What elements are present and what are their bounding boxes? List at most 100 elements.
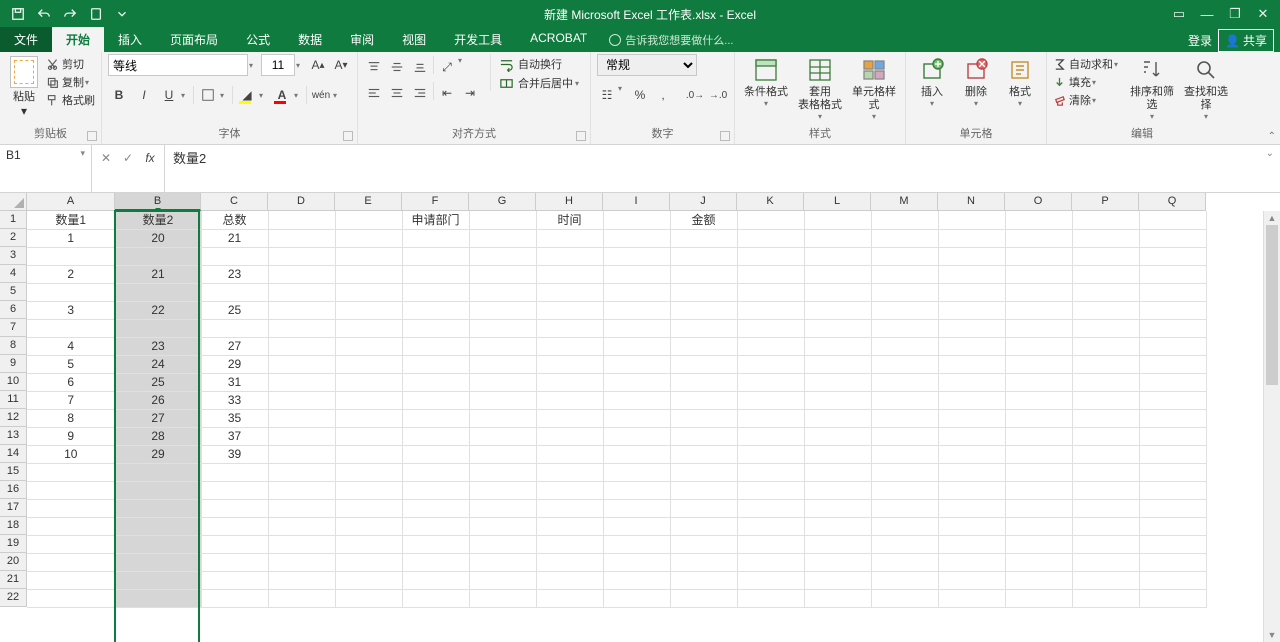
cell-G5[interactable] xyxy=(469,283,536,301)
cell-M7[interactable] xyxy=(871,319,938,337)
cell-E11[interactable] xyxy=(335,391,402,409)
cell-K13[interactable] xyxy=(737,427,804,445)
cell-K10[interactable] xyxy=(737,373,804,391)
cell-B5[interactable] xyxy=(115,283,201,301)
tab-公式[interactable]: 公式 xyxy=(232,27,284,52)
cell-A7[interactable] xyxy=(27,319,115,337)
cell-E8[interactable] xyxy=(335,337,402,355)
cell-J10[interactable] xyxy=(670,373,737,391)
maximize-icon[interactable]: ❐ xyxy=(1222,3,1248,25)
cell-J18[interactable] xyxy=(670,517,737,535)
cell-N5[interactable] xyxy=(938,283,1005,301)
cell-E17[interactable] xyxy=(335,499,402,517)
cell-Q5[interactable] xyxy=(1139,283,1206,301)
cell-H3[interactable] xyxy=(536,247,603,265)
cell-P22[interactable] xyxy=(1072,589,1139,607)
cell-N9[interactable] xyxy=(938,355,1005,373)
cell-A13[interactable]: 9 xyxy=(27,427,115,445)
cell-P11[interactable] xyxy=(1072,391,1139,409)
row-header-13[interactable]: 13 xyxy=(0,427,27,445)
row-header-21[interactable]: 21 xyxy=(0,571,27,589)
cell-P20[interactable] xyxy=(1072,553,1139,571)
cell-M10[interactable] xyxy=(871,373,938,391)
cell-L6[interactable] xyxy=(804,301,871,319)
cell-H2[interactable] xyxy=(536,229,603,247)
cell-P18[interactable] xyxy=(1072,517,1139,535)
cell-H6[interactable] xyxy=(536,301,603,319)
cell-G4[interactable] xyxy=(469,265,536,283)
cell-Q4[interactable] xyxy=(1139,265,1206,283)
cell-L7[interactable] xyxy=(804,319,871,337)
cell-O2[interactable] xyxy=(1005,229,1072,247)
cell-O3[interactable] xyxy=(1005,247,1072,265)
tab-ACROBAT[interactable]: ACROBAT xyxy=(516,27,601,52)
cell-L16[interactable] xyxy=(804,481,871,499)
cell-B15[interactable] xyxy=(115,463,201,481)
cell-N11[interactable] xyxy=(938,391,1005,409)
cell-F11[interactable] xyxy=(402,391,469,409)
cell-G7[interactable] xyxy=(469,319,536,337)
cell-B9[interactable]: 24 xyxy=(115,355,201,373)
cell-B13[interactable]: 28 xyxy=(115,427,201,445)
cell-N3[interactable] xyxy=(938,247,1005,265)
cell-A18[interactable] xyxy=(27,517,115,535)
cell-I7[interactable] xyxy=(603,319,670,337)
cancel-formula-button[interactable]: ✕ xyxy=(96,148,116,168)
row-header-9[interactable]: 9 xyxy=(0,355,27,373)
cell-P15[interactable] xyxy=(1072,463,1139,481)
save-icon[interactable] xyxy=(6,3,30,25)
cell-B6[interactable]: 22 xyxy=(115,301,201,319)
cell-K12[interactable] xyxy=(737,409,804,427)
font-size-input[interactable] xyxy=(261,54,295,76)
cell-F16[interactable] xyxy=(402,481,469,499)
cell-D22[interactable] xyxy=(268,589,335,607)
fill-button[interactable]: 填充▾ xyxy=(1053,74,1123,90)
redo-icon[interactable] xyxy=(58,3,82,25)
cell-F9[interactable] xyxy=(402,355,469,373)
cell-K21[interactable] xyxy=(737,571,804,589)
cell-F6[interactable] xyxy=(402,301,469,319)
cell-M13[interactable] xyxy=(871,427,938,445)
cell-P4[interactable] xyxy=(1072,265,1139,283)
cell-C3[interactable] xyxy=(201,247,268,265)
col-header-J[interactable]: J xyxy=(670,193,737,211)
insert-cells-button[interactable]: 插入▾ xyxy=(912,54,952,108)
cell-M6[interactable] xyxy=(871,301,938,319)
cell-G14[interactable] xyxy=(469,445,536,463)
cell-G15[interactable] xyxy=(469,463,536,481)
enter-formula-button[interactable]: ✓ xyxy=(118,148,138,168)
cell-H12[interactable] xyxy=(536,409,603,427)
cell-J16[interactable] xyxy=(670,481,737,499)
cell-D18[interactable] xyxy=(268,517,335,535)
cell-Q6[interactable] xyxy=(1139,301,1206,319)
cell-P9[interactable] xyxy=(1072,355,1139,373)
cell-K15[interactable] xyxy=(737,463,804,481)
cell-K3[interactable] xyxy=(737,247,804,265)
align-top-button[interactable] xyxy=(364,56,384,78)
cell-P5[interactable] xyxy=(1072,283,1139,301)
row-header-19[interactable]: 19 xyxy=(0,535,27,553)
cell-B22[interactable] xyxy=(115,589,201,607)
cell-G1[interactable] xyxy=(469,211,536,229)
cell-M12[interactable] xyxy=(871,409,938,427)
cell-J1[interactable]: 金额 xyxy=(670,211,737,229)
orientation-button[interactable]: ⤢ xyxy=(437,56,457,78)
cell-M22[interactable] xyxy=(871,589,938,607)
cell-E6[interactable] xyxy=(335,301,402,319)
cell-A12[interactable]: 8 xyxy=(27,409,115,427)
tab-视图[interactable]: 视图 xyxy=(388,27,440,52)
cell-Q16[interactable] xyxy=(1139,481,1206,499)
cell-M17[interactable] xyxy=(871,499,938,517)
cell-Q2[interactable] xyxy=(1139,229,1206,247)
row-header-15[interactable]: 15 xyxy=(0,463,27,481)
paste-button[interactable]: 粘贴 ▾ xyxy=(6,54,42,118)
bold-button[interactable]: B xyxy=(108,84,130,106)
cell-I20[interactable] xyxy=(603,553,670,571)
cell-A5[interactable] xyxy=(27,283,115,301)
cell-O12[interactable] xyxy=(1005,409,1072,427)
cell-P21[interactable] xyxy=(1072,571,1139,589)
cell-H21[interactable] xyxy=(536,571,603,589)
comma-button[interactable]: , xyxy=(653,84,673,106)
cell-P16[interactable] xyxy=(1072,481,1139,499)
cell-G11[interactable] xyxy=(469,391,536,409)
